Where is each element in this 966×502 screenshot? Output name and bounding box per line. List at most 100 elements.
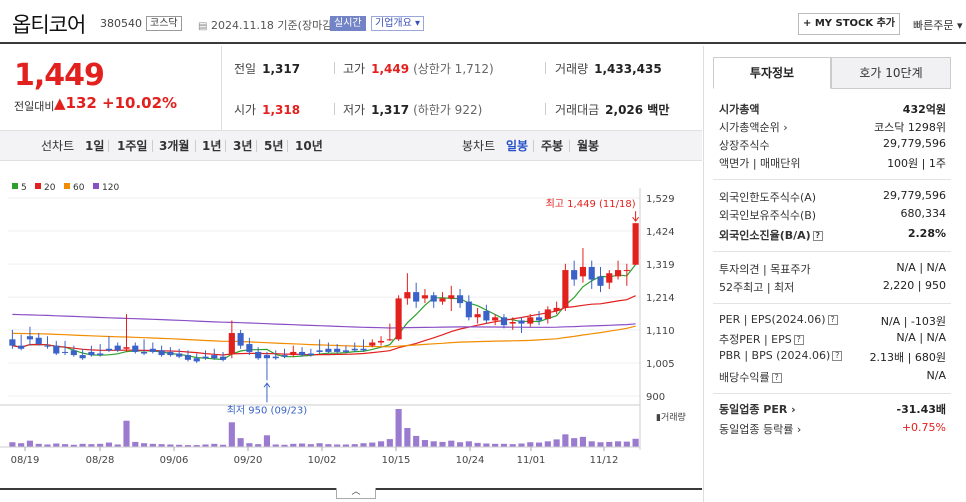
invest-info-value: N/A | N/A [896,331,946,344]
volume-bar [456,442,464,447]
volume-bar [395,409,402,447]
help-icon[interactable]: ? [812,231,823,241]
invest-info-row: 투자의견 | 목표주가 N/A | N/A [719,261,946,279]
candle-body [553,307,560,312]
invest-info-label: 배당수익률? [719,369,782,385]
candle-body [465,301,472,318]
candle-body [53,345,60,354]
invest-info-label: 외국인소진율(B/A)? [719,227,823,243]
period-5y[interactable]: 5년 [264,137,283,154]
invest-info-label: 상장주식수 [719,139,770,152]
candle-body [544,309,551,319]
legend-label: 5 [21,183,27,193]
volume-bar [483,443,490,447]
period-3m[interactable]: 3개월 [159,137,189,154]
help-icon[interactable]: ? [832,351,843,361]
candle-body [290,351,297,356]
candle-monthly[interactable]: 월봉 [577,137,599,154]
y-tick-label: 1,214 [646,293,675,304]
invest-info-label: 외국인한도주식수(A) [719,191,817,204]
volume-bar [562,434,569,447]
tab-invest-info[interactable]: 투자정보 [713,57,831,89]
divider [152,140,153,152]
volume-bar [123,420,130,447]
candle-body [202,356,209,359]
stat-volume: 거래량 1,433,435 [555,62,662,76]
candle-body [281,355,288,357]
volume-bar [9,442,16,447]
price-change: ▲132 [54,94,97,112]
candle-body [430,295,437,302]
quick-order-button[interactable]: 빠른주문 ▾ [913,17,963,33]
volume-bar [597,442,604,447]
volume-bar [448,440,455,447]
help-icon[interactable]: ? [771,373,782,383]
candle-body [606,273,613,283]
volume-bar [263,435,271,447]
candle-body [527,317,534,324]
period-1d[interactable]: 1일 [85,137,104,154]
candle-weekly[interactable]: 주봉 [541,137,563,154]
candle-body [70,350,77,356]
invest-info-value: 100원 | 1주 [887,157,946,170]
candle-body [623,270,630,272]
x-tick-label: 11/01 [517,455,546,465]
volume-bar [140,443,148,447]
legend-swatch-20 [35,183,41,189]
candle-body [334,348,341,352]
divider [287,140,288,152]
volume-bar [579,436,587,447]
candle-body [439,298,446,302]
candle-body [167,351,174,356]
candle-body [316,350,323,352]
candle-body [44,345,51,347]
candle-body [35,337,42,345]
help-icon[interactable]: ? [793,335,804,345]
volume-bar [237,438,244,447]
candle-daily[interactable]: 일봉 [506,137,528,154]
candle-body [193,358,200,362]
expand-chart-button[interactable]: ︿ [336,488,376,499]
volume-bar [404,428,411,447]
chevron-up-icon: ︿ [351,487,361,497]
price-change-percent: +10.02% [102,94,178,112]
period-10y[interactable]: 10년 [295,137,323,154]
candle-body [246,344,253,352]
period-3y[interactable]: 3년 [233,137,252,154]
company-overview-button[interactable]: 기업개요 ▾ [371,16,424,31]
high-annotation: 최고 1,449 (11/18) [546,198,636,210]
invest-info-row[interactable]: 동일업종 등락률 › +0.75% [719,421,946,439]
invest-info-label: PBR | BPS (2024.06)? [719,349,843,362]
help-icon[interactable]: ? [827,315,838,325]
volume-bar [474,442,481,447]
invest-info-row[interactable]: 시가총액순위 › 코스닥 1298위 [719,119,946,137]
line-chart-button[interactable]: 선차트 [41,137,74,154]
period-1w[interactable]: 1주일 [117,137,147,154]
price-chart[interactable]: 5 20 60 120 1,529 1,424 1,319 1,214 1,110 1,005 90… [0,175,702,465]
stat-high: 고가 1,449 (상한가 1,712) [343,62,494,76]
volume-bar [377,441,385,447]
candle-body [632,223,639,265]
candle-body [228,333,235,354]
candle-body [421,295,429,299]
invest-info-row[interactable]: 동일업종 PER › -31.43배 [719,401,946,419]
add-my-stock-button[interactable]: + MY STOCK 추가 [798,13,900,35]
tab-order-book[interactable]: 호가 10단계 [831,57,951,89]
candle-chart-button[interactable]: 봉차트 [462,137,495,154]
x-tick-label: 10/15 [382,455,411,465]
invest-info-value: N/A | N/A [896,261,946,274]
invest-info-label: 외국인보유주식수(B) [719,209,817,222]
volume-bar [465,441,472,447]
candle-body [377,340,385,343]
price-date: ▤ 2024.11.18 기준(장마감) [198,17,337,33]
divider [256,140,257,152]
invest-info-row: PBR | BPS (2024.06)? 2.13배 | 680원 [719,349,946,367]
period-1y[interactable]: 1년 [202,137,221,154]
y-tick-label: 1,424 [646,227,675,238]
candle-body [211,355,218,359]
candle-body [325,348,332,352]
volume-bar [421,440,429,447]
candle-body [413,292,420,302]
invest-info-value: 2.13배 | 680원 [869,351,946,364]
realtime-button[interactable]: 실시간 [330,16,366,31]
